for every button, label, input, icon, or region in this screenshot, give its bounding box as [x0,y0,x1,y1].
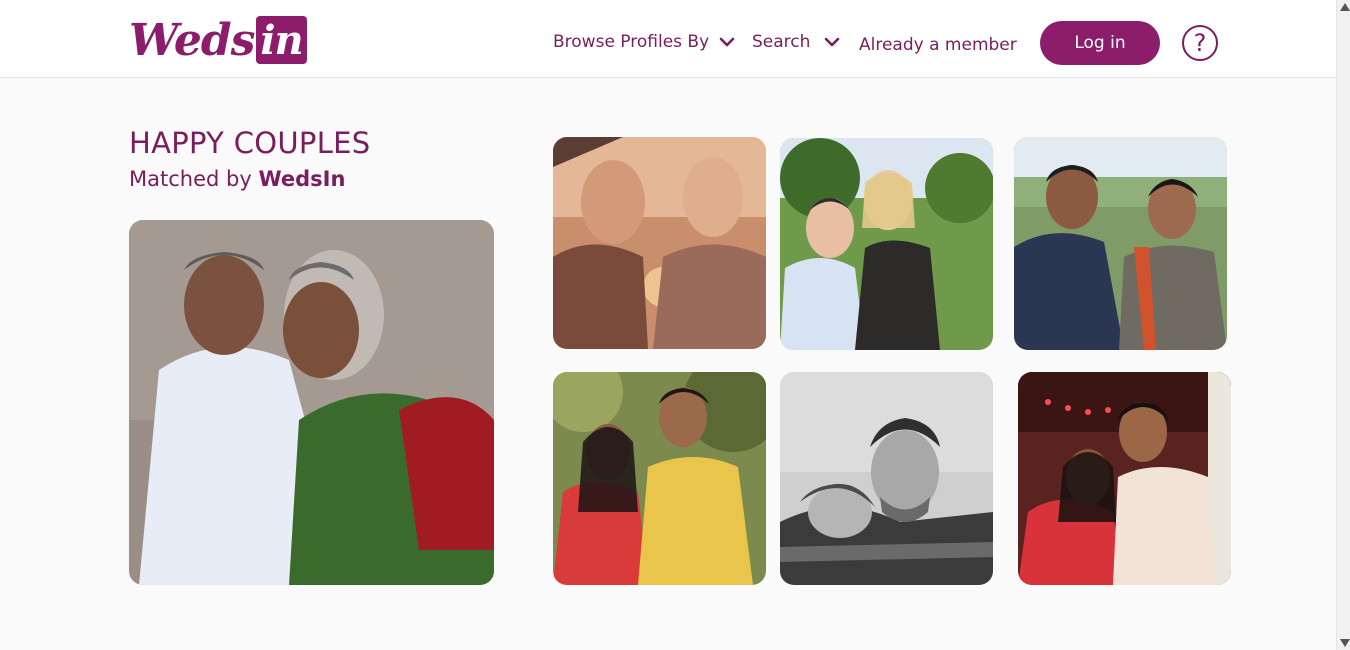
subtitle-prefix: Matched by [129,167,259,191]
older-indian-couple-photo [129,220,494,585]
two-men-couple-photo [553,137,766,349]
couple-traditional-dress-photo [553,372,766,585]
scroll-down-arrow-icon[interactable] [1340,639,1350,647]
page-subtitle: Matched by WedsIn [129,167,345,191]
black-white-couple-photo [780,372,993,585]
young-couple-park-photo [780,138,993,350]
subtitle-brand: WedsIn [258,167,346,191]
search-label: Search [752,32,811,52]
scroll-up-arrow-icon[interactable] [1340,3,1350,11]
couple-outdoors-photo [1014,137,1227,350]
already-member-label: Already a member [859,35,1017,55]
logo-box: in [256,16,307,64]
browse-profiles-label: Browse Profiles By [553,32,710,52]
help-icon[interactable]: ? [1182,25,1218,61]
couple-festive-photo [1018,372,1231,585]
chevron-down-icon [719,32,735,52]
browse-profiles-dropdown[interactable]: Browse Profiles By [553,32,735,52]
login-button[interactable]: Log in [1040,21,1160,65]
search-dropdown[interactable]: Search [752,32,840,52]
wedsin-logo[interactable]: Weds in [129,14,307,66]
chevron-down-icon [824,32,840,52]
site-header: Weds in Browse Profiles By Search Alread… [0,0,1336,78]
already-member-link[interactable]: Already a member [859,35,1017,55]
logo-text: Weds [129,14,255,66]
page-title: HAPPY COUPLES [129,126,371,160]
page-scrollbar[interactable] [1336,0,1350,650]
